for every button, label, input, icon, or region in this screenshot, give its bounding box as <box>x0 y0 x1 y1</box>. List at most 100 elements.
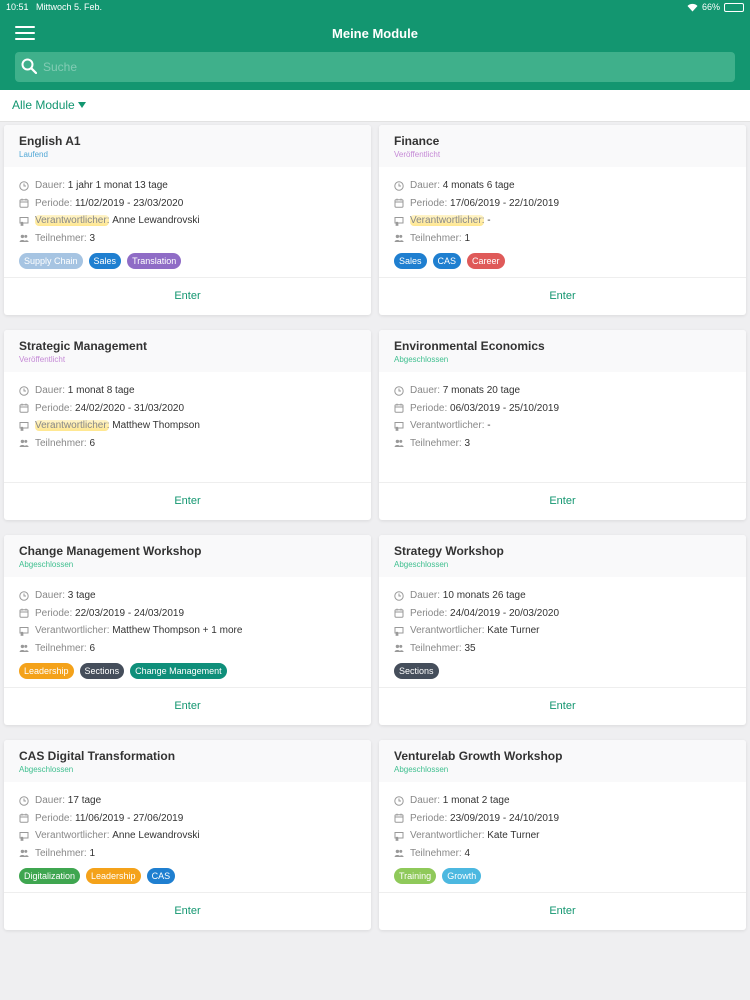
enter-button[interactable]: Enter <box>174 905 200 917</box>
teilnehmer-value: 3 <box>89 232 96 244</box>
calendar-icon <box>19 403 29 413</box>
dauer-label: Dauer: <box>35 385 66 397</box>
module-tag[interactable]: Sales <box>88 253 122 269</box>
module-title: Change Management Workshop <box>19 544 202 558</box>
card-body: Dauer: 17 tage Periode: 11/06/2019 - 27/0… <box>4 782 371 892</box>
card-header: Finance Veröffentlicht <box>379 125 746 167</box>
periode-row: Periode: 06/03/2019 - 25/10/2019 <box>394 400 731 418</box>
periode-label: Periode: <box>35 402 73 414</box>
card-body: Dauer: 7 monats 20 tage Periode: 06/03/20… <box>379 372 746 482</box>
enter-button[interactable]: Enter <box>549 700 575 712</box>
module-tag[interactable]: Sections <box>394 663 439 679</box>
module-tag[interactable]: CAS <box>432 253 462 269</box>
status-bar: 10:51 Mittwoch 5. Feb. 66% <box>0 0 750 14</box>
search-input[interactable] <box>43 57 723 77</box>
tag-list: Digitalization Leadership CAS <box>19 868 356 884</box>
module-title: Strategic Management <box>19 339 148 353</box>
verantwortlicher-value: Anne Lewandrovski <box>112 215 200 227</box>
enter-button[interactable]: Enter <box>549 905 575 917</box>
calendar-icon <box>394 198 404 208</box>
enter-button[interactable]: Enter <box>174 290 200 302</box>
module-title: English A1 <box>19 134 81 148</box>
dauer-label: Dauer: <box>410 795 441 807</box>
periode-row: Periode: 24/02/2020 - 31/03/2020 <box>19 400 356 418</box>
module-tag[interactable]: Translation <box>127 253 182 269</box>
module-card[interactable]: Strategy Workshop Abgeschlossen Dauer: 10 … <box>379 535 746 725</box>
module-status: Abgeschlossen <box>19 560 74 569</box>
enter-button[interactable]: Enter <box>174 700 200 712</box>
verantwortlicher-row: Verantwortlicher: Kate Turner <box>394 622 731 640</box>
module-tag[interactable]: Sales <box>394 253 427 269</box>
people-icon <box>394 439 404 448</box>
teilnehmer-value: 6 <box>89 437 96 449</box>
status-time: 10:51 <box>6 2 29 12</box>
teilnehmer-row: Teilnehmer: 35 <box>394 640 731 658</box>
periode-row: Periode: 17/06/2019 - 22/10/2019 <box>394 195 731 213</box>
teilnehmer-label: Teilnehmer: <box>410 847 462 859</box>
teilnehmer-row: Teilnehmer: 6 <box>19 640 356 658</box>
verantwortlicher-row: Verantwortlicher: Matthew Thompson + 1 m… <box>19 622 356 640</box>
enter-button[interactable]: Enter <box>549 495 575 507</box>
dauer-row: Dauer: 17 tage <box>19 792 356 810</box>
card-body: Dauer: 3 tage Periode: 22/03/2019 - 24/03… <box>4 577 371 687</box>
module-filter-label: Alle Module <box>12 98 75 112</box>
card-footer: Enter <box>4 892 371 930</box>
dauer-row: Dauer: 7 monats 20 tage <box>394 382 731 400</box>
module-title: Finance <box>394 134 440 148</box>
dauer-row: Dauer: 3 tage <box>19 587 356 605</box>
card-body: Dauer: 1 jahr 1 monat 13 tage Periode: 11… <box>4 167 371 277</box>
teacher-icon <box>394 421 404 431</box>
people-icon <box>19 644 29 653</box>
module-tag[interactable]: Career <box>467 253 505 269</box>
module-tag[interactable]: Supply Chain <box>19 253 83 269</box>
card-body: Dauer: 1 monat 8 tage Periode: 24/02/2020… <box>4 372 371 482</box>
card-body: Dauer: 1 monat 2 tage Periode: 23/09/2019… <box>379 782 746 892</box>
teacher-icon <box>394 626 404 636</box>
module-tag[interactable]: Leadership <box>19 663 74 679</box>
module-title: Venturelab Growth Workshop <box>394 749 563 763</box>
module-tag[interactable]: Digitalization <box>19 868 81 884</box>
calendar-icon <box>19 198 29 208</box>
teacher-icon <box>19 626 29 636</box>
dauer-label: Dauer: <box>410 180 441 192</box>
module-filter-dropdown[interactable]: Alle Module <box>12 98 86 112</box>
module-card[interactable]: Environmental Economics Abgeschlossen Daue… <box>379 330 746 520</box>
module-tag[interactable]: Change Management <box>130 663 227 679</box>
filter-bar: Alle Module <box>0 90 750 122</box>
periode-value: 06/03/2019 - 25/10/2019 <box>450 402 560 414</box>
calendar-icon <box>394 403 404 413</box>
module-card[interactable]: Venturelab Growth Workshop Abgeschlossen D… <box>379 740 746 930</box>
dauer-value: 1 monat 8 tage <box>67 385 135 397</box>
verantwortlicher-row: Verantwortlicher: - <box>394 417 731 435</box>
enter-button[interactable]: Enter <box>174 495 200 507</box>
dauer-value: 10 monats 26 tage <box>442 590 526 602</box>
periode-label: Periode: <box>410 607 448 619</box>
module-status: Laufend <box>19 150 48 159</box>
card-body: Dauer: 10 monats 26 tage Periode: 24/04/2… <box>379 577 746 687</box>
module-tag[interactable]: Sections <box>79 663 125 679</box>
teilnehmer-label: Teilnehmer: <box>410 437 462 449</box>
module-card[interactable]: CAS Digital Transformation Abgeschlossen D… <box>4 740 371 930</box>
module-tag[interactable]: Leadership <box>86 868 141 884</box>
module-card[interactable]: Change Management Workshop Abgeschlossen D… <box>4 535 371 725</box>
card-header: Strategic Management Veröffentlicht <box>4 330 371 372</box>
teilnehmer-value: 6 <box>89 642 96 654</box>
module-tag[interactable]: Training <box>394 868 437 884</box>
verantwortlicher-value: Anne Lewandrovski <box>112 830 200 842</box>
clock-icon <box>19 591 29 601</box>
dauer-row: Dauer: 1 jahr 1 monat 13 tage <box>19 177 356 195</box>
module-status: Veröffentlicht <box>19 355 66 364</box>
search-bar[interactable] <box>15 52 735 82</box>
teilnehmer-label: Teilnehmer: <box>35 437 87 449</box>
module-tag[interactable]: CAS <box>146 868 176 884</box>
verantwortlicher-value: - <box>487 215 491 227</box>
module-card[interactable]: Finance Veröffentlicht Dauer: 4 monats 6 t… <box>379 125 746 315</box>
dauer-value: 3 tage <box>67 590 96 602</box>
module-tag[interactable]: Growth <box>442 868 482 884</box>
periode-label: Periode: <box>410 812 448 824</box>
periode-value: 17/06/2019 - 22/10/2019 <box>450 197 560 209</box>
module-title: Strategy Workshop <box>394 544 504 558</box>
enter-button[interactable]: Enter <box>549 290 575 302</box>
module-card[interactable]: Strategic Management Veröffentlicht Dauer:… <box>4 330 371 520</box>
module-card[interactable]: English A1 Laufend Dauer: 1 jahr 1 monat 1… <box>4 125 371 315</box>
